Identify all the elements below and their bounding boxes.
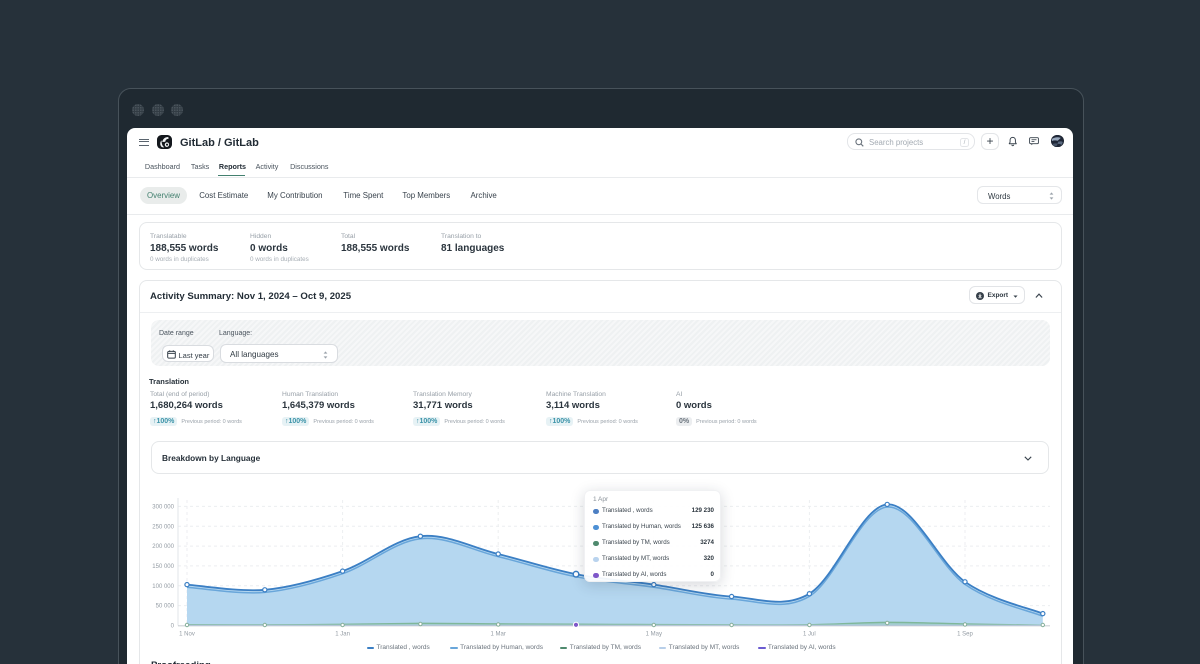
svg-text:50 000: 50 000 bbox=[156, 604, 175, 610]
svg-text:1 Mar: 1 Mar bbox=[491, 632, 506, 638]
svg-text:1 May: 1 May bbox=[646, 632, 662, 638]
svg-text:1 Jan: 1 Jan bbox=[335, 632, 350, 638]
svg-text:100 000: 100 000 bbox=[152, 584, 174, 590]
svg-text:0: 0 bbox=[171, 624, 175, 630]
svg-text:1 Sep: 1 Sep bbox=[957, 632, 973, 638]
svg-text:1 Nov: 1 Nov bbox=[179, 632, 195, 638]
svg-text:200 000: 200 000 bbox=[152, 544, 174, 550]
svg-text:150 000: 150 000 bbox=[152, 564, 174, 570]
svg-text:250 000: 250 000 bbox=[152, 524, 174, 530]
svg-text:300 000: 300 000 bbox=[152, 504, 174, 510]
svg-text:1 Jul: 1 Jul bbox=[803, 632, 816, 638]
